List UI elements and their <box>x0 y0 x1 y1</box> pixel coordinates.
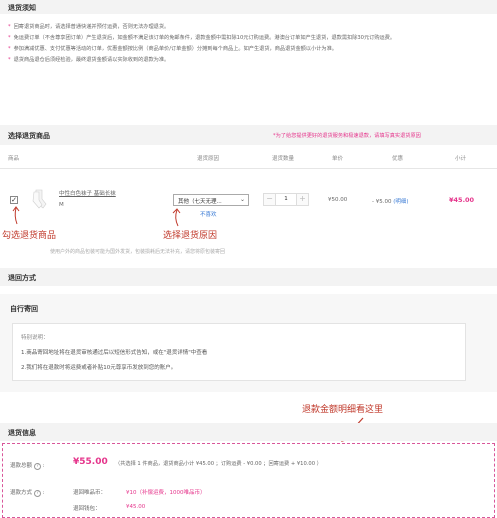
refund-method-label: 退款方式? : <box>10 490 45 497</box>
return-method-header: 退回方式 <box>0 268 497 286</box>
special-note-1: 1.商品寄回地址将在退货审核通过后以短信形式告知，或在"退货详情"中查看 <box>21 350 208 356</box>
special-notes-label: 特别说明： <box>21 335 49 341</box>
wallet-value: ¥45.00 <box>126 504 146 510</box>
self-return-title: 自行寄回 <box>10 305 38 313</box>
annotation-check-goods: 勾选退货商品 <box>2 231 57 241</box>
special-note-2: 2.我们将在退款时将运费或者补贴10元尊享币发放到您的账户。 <box>21 365 177 371</box>
return-method-title: 退回方式 <box>8 274 36 282</box>
annotation-refund-detail: 退款金额明细看这里 <box>302 405 384 415</box>
refund-info-header: 退货信息 <box>0 423 497 441</box>
wallet-label: 退回钱包： <box>73 506 101 512</box>
refund-info-title: 退货信息 <box>8 429 36 437</box>
help-icon[interactable]: ? <box>34 463 42 470</box>
refund-total-breakdown: （共选择 1 件商品，退货商品小计 ¥45.00 ；订购运费 - ¥0.00 ；… <box>115 461 322 467</box>
help-icon[interactable]: ? <box>34 490 42 497</box>
coin-value: ¥10（补偿运费，1000唯品币） <box>126 490 206 496</box>
refund-total-amount: ¥55.00 <box>73 457 108 467</box>
refund-total-label: 退款总额? : <box>10 463 45 470</box>
overseas-note: 使用户外的商品包装可能为国外发货，包装损耗后无法补充，请您将原包装寄回 <box>50 249 226 255</box>
special-notes: 特别说明： 1.商品寄回地址将在退货审核通过后以短信形式告知，或在"退货详情"中… <box>12 323 466 381</box>
coin-label: 退回唯品币： <box>73 490 107 496</box>
annotation-choose-reason: 选择退货原因 <box>163 231 218 241</box>
